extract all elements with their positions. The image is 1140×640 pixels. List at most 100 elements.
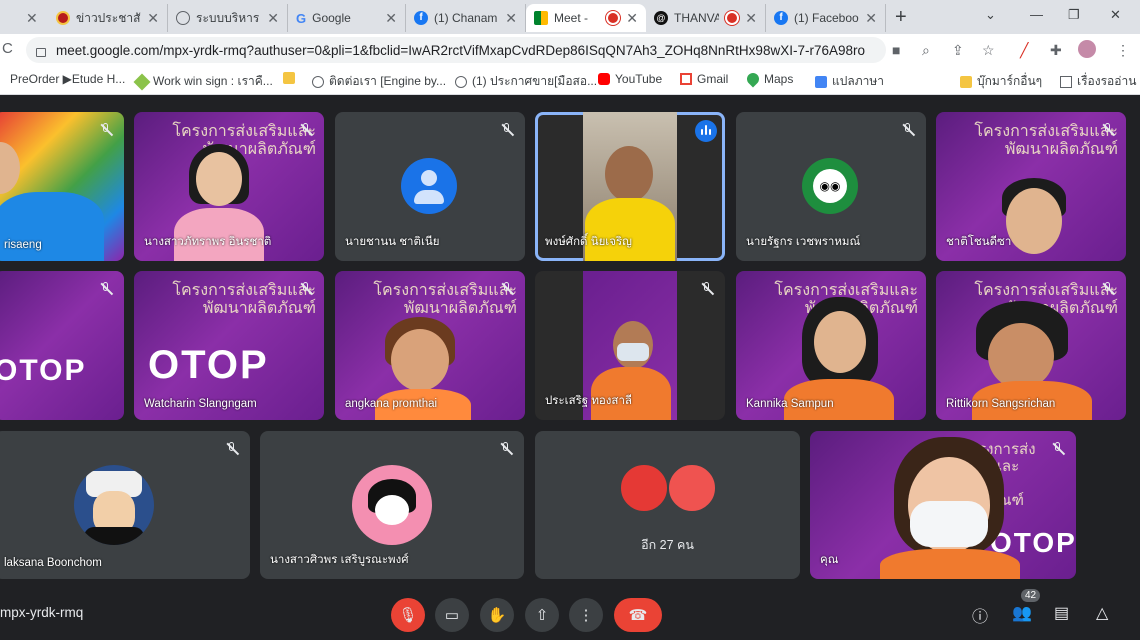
participant-tile[interactable]: โครงการส่งเสริมและพัฒนาผลิตภัณฑ์ angkana…	[335, 271, 525, 420]
profile-avatar-icon[interactable]	[1078, 40, 1096, 58]
otop-banner-text: OTOP	[0, 354, 87, 387]
tab-thanva[interactable]: @ THANVA ✕	[646, 4, 766, 32]
participant-tile[interactable]: โครงการส่งเสริมและพัฒนาผลิตภัณฑ์ นางสาวภ…	[134, 112, 324, 261]
participant-tile[interactable]: โครงการส่งเสริมและพัฒนาผลิตภัณฑ์ ชาติโชน…	[936, 112, 1126, 261]
mic-off-icon	[298, 122, 314, 138]
participant-name: Watcharin Slangngam	[144, 398, 257, 410]
close-window-icon[interactable]: ✕	[1110, 7, 1121, 23]
share-icon[interactable]: ⇪	[952, 42, 964, 59]
more-participants-tile[interactable]: อีก 27 คน	[535, 431, 800, 579]
bookmark-translate[interactable]: แปลภาษา	[815, 72, 884, 91]
close-tab-icon[interactable]: ✕	[26, 10, 38, 27]
gov-seal-icon	[56, 11, 70, 25]
mic-off-icon	[499, 122, 515, 138]
recording-icon	[606, 11, 621, 25]
participant-tile[interactable]: นายชานน ชาติเนีย	[335, 112, 525, 261]
bookmark-other-folder[interactable]: บุ๊กมาร์กอื่นๆ	[960, 72, 1042, 91]
new-tab-button[interactable]: +	[895, 6, 907, 29]
tab-meet[interactable]: Meet - ✕	[526, 4, 646, 32]
mic-off-icon: 🎙	[398, 607, 418, 624]
bookmark-folder[interactable]	[283, 72, 300, 84]
participant-name: นายรัฐกร เวชพราหมณ์	[746, 236, 861, 248]
participant-tile[interactable]: นางสาวศิวพร เสริบูรณะพงศ์	[260, 431, 524, 579]
chat-icon[interactable]: ▤	[1054, 603, 1069, 623]
bookmark-star-icon[interactable]: ☆	[982, 42, 995, 59]
mic-off-icon	[699, 281, 715, 297]
bookmark-gmail[interactable]: Gmail	[680, 72, 728, 86]
menu-kebab-icon[interactable]: ⋮	[1116, 42, 1130, 59]
self-view-tile[interactable]: โครงการส่งเสริมและพัฒนาผลิตภัณฑ์ OTOP คุ…	[810, 431, 1076, 579]
participant-name: laksana Boonchom	[4, 557, 102, 569]
reload-icon[interactable]: C	[2, 40, 13, 57]
folder-icon	[960, 75, 972, 88]
address-bar[interactable]: meet.google.com/mpx-yrdk-rmq?authuser=0&…	[26, 37, 886, 63]
participant-name: พงษ์ศักดิ์ นิยเจริญ	[545, 236, 632, 248]
hand-icon: ✋	[487, 607, 507, 624]
participant-tile[interactable]: risaeng	[0, 112, 124, 261]
bookmark-item[interactable]: (1) ประกาศขาย[มือสอ...	[455, 72, 597, 91]
close-tab-icon[interactable]: ✕	[505, 10, 517, 27]
bookmark-youtube[interactable]: YouTube	[598, 72, 662, 86]
tab-google[interactable]: G Google ✕	[288, 4, 406, 32]
camera-toggle-button[interactable]: ▭	[435, 598, 469, 632]
activities-icon[interactable]: △	[1096, 603, 1108, 623]
close-tab-icon[interactable]: ✕	[745, 10, 757, 27]
present-screen-button[interactable]: ⇧	[525, 598, 559, 632]
participant-tile[interactable]: ◉◉ นายรัฐกร เวชพราหมณ์	[736, 112, 926, 261]
bookmark-maps[interactable]: Maps	[744, 70, 793, 88]
facebook-icon: f	[414, 11, 428, 25]
otop-banner-text: โครงการส่งเสริมและพัฒนาผลิตภัณฑ์	[172, 280, 316, 317]
mic-off-icon	[224, 441, 240, 457]
tab-news[interactable]: ข่าวประชาสัมพันธ์ ✕	[48, 4, 168, 32]
tab-facebook[interactable]: f (1) Facebook ✕	[766, 4, 886, 32]
zoom-icon[interactable]: ⌕	[922, 42, 930, 59]
bookmark-item[interactable]: Work win sign : เราคื...	[133, 72, 273, 91]
mic-off-icon	[98, 122, 114, 138]
leave-call-button[interactable]: ☎	[614, 598, 662, 632]
meeting-info-icon[interactable]: ⓘ	[972, 603, 988, 627]
extensions-puzzle-icon[interactable]: ✚	[1050, 42, 1062, 59]
participant-tile[interactable]: โครงการส่งเสริมและพัฒนาผลิตภัณฑ์ OTOP Wa…	[134, 271, 324, 420]
translate-icon	[815, 75, 827, 88]
meet-icon	[534, 11, 548, 25]
tab-admin-system[interactable]: ระบบบริหาร ✕	[168, 4, 288, 32]
bookmark-reading-list[interactable]: เรื่องรออ่าน	[1060, 72, 1136, 91]
youtube-icon	[598, 73, 610, 85]
minimize-icon[interactable]: —	[1030, 7, 1043, 22]
mic-toggle-button[interactable]: 🎙	[391, 598, 425, 632]
bookmark-item[interactable]: PreOrder ▶Etude H...	[10, 72, 125, 86]
participant-name: Rittikorn Sangsrichan	[946, 398, 1056, 410]
camera-icon[interactable]: ■	[892, 42, 900, 58]
participant-name: คุณ	[820, 554, 839, 566]
participant-tile[interactable]: โครงการส่งเสริมและพัฒนาผลิตภัณฑ์ Rittiko…	[936, 271, 1126, 420]
pen-extension-icon[interactable]: ╱	[1020, 42, 1028, 59]
people-icon[interactable]: 👥	[1012, 603, 1032, 623]
participant-name: Kannika Sampun	[746, 398, 834, 410]
browser-toolbar: C meet.google.com/mpx-yrdk-rmq?authuser=…	[0, 34, 1140, 66]
participant-name: นายชานน ชาติเนีย	[345, 236, 440, 248]
participant-shirt	[585, 198, 675, 261]
tab-facebook-chanam[interactable]: f (1) Chanam ✕	[406, 4, 526, 32]
mic-off-icon	[1100, 122, 1116, 138]
url-text[interactable]: meet.google.com/mpx-yrdk-rmq?authuser=0&…	[56, 43, 865, 58]
close-tab-icon[interactable]: ✕	[626, 10, 638, 27]
folder-icon	[283, 72, 295, 84]
raise-hand-button[interactable]: ✋	[480, 598, 514, 632]
close-tab-icon[interactable]: ✕	[865, 10, 877, 27]
bookmark-item[interactable]: ติดต่อเรา [Engine by...	[312, 72, 446, 91]
avatar-glasses-icon: ◉◉	[802, 158, 858, 214]
kebab-icon: ⋮	[578, 607, 594, 624]
close-tab-icon[interactable]: ✕	[385, 10, 397, 27]
participant-tile[interactable]: OTOP	[0, 271, 124, 420]
mic-off-icon	[298, 281, 314, 297]
participant-tile[interactable]: โครงการส่งเสริมและพัฒนาผลิตภัณฑ์ Kannika…	[736, 271, 926, 420]
participant-name: ประเสริฐ ทองสาลี	[545, 395, 632, 407]
close-tab-icon[interactable]: ✕	[267, 10, 279, 27]
participant-tile-speaking[interactable]: พงษ์ศักดิ์ นิยเจริญ	[535, 112, 725, 261]
participant-tile[interactable]: ประเสริฐ ทองสาลี	[535, 271, 725, 420]
participant-tile[interactable]: laksana Boonchom	[0, 431, 250, 579]
more-options-button[interactable]: ⋮	[569, 598, 603, 632]
close-tab-icon[interactable]: ✕	[147, 10, 159, 27]
restore-icon[interactable]: ❐	[1068, 7, 1080, 23]
tab-search-chevron-icon[interactable]: ⌄	[985, 7, 996, 23]
